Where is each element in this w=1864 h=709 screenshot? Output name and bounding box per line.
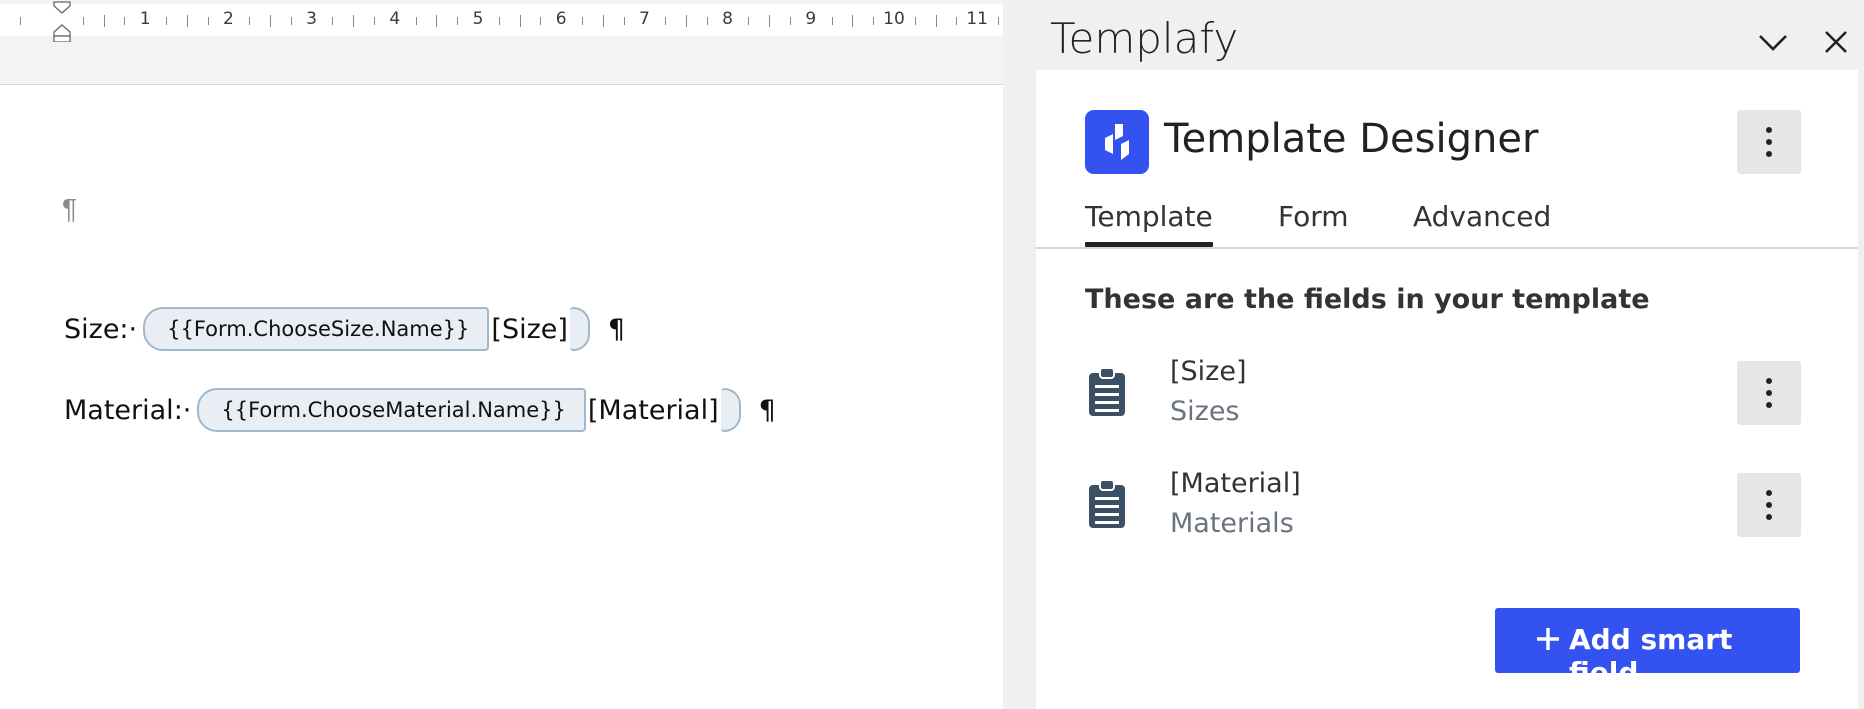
ruler-number: 6	[555, 9, 567, 29]
add-smart-field-label: Add smart field	[1569, 623, 1733, 689]
ruler-tick	[665, 17, 667, 25]
ruler-tick	[353, 15, 355, 27]
ruler-tick	[207, 17, 209, 25]
ruler-tick	[748, 17, 750, 25]
ruler-tick	[769, 15, 771, 27]
clipboard-icon	[1089, 479, 1125, 528]
document-page[interactable]: ¶ Size:· {{Form.ChooseSize.Name}} [Size]…	[0, 85, 1004, 709]
ruler-tick	[540, 17, 542, 25]
ruler-tick	[457, 17, 459, 25]
fields-heading: These are the fields in your template	[1085, 284, 1650, 315]
ruler-tick	[186, 15, 188, 27]
chevron-down-icon[interactable]	[1753, 22, 1793, 62]
material-paragraph-mark: ¶	[758, 394, 776, 426]
material-content-control-tag[interactable]: {{Form.ChooseMaterial.Name}}	[197, 388, 586, 432]
clipboard-icon	[1089, 367, 1125, 416]
pane-header: Templafy	[1036, 0, 1864, 70]
templafy-pane: Template Designer Template Form Advanced…	[1036, 70, 1858, 709]
ruler-number: 10	[883, 9, 905, 29]
templafy-logo-icon	[1085, 110, 1149, 174]
size-label: Size:·	[64, 313, 138, 345]
document-area: 1 2 3 4 5 6 7 8 9 10 11 ¶ Size:· {{Form.ChooseSize…	[0, 0, 1004, 709]
ruler-tick	[852, 15, 854, 27]
ruler-tick	[873, 17, 875, 25]
ruler-tick	[270, 15, 271, 27]
ruler-tick	[956, 17, 958, 25]
ruler-number: 4	[389, 9, 401, 29]
ruler-tick	[935, 15, 937, 27]
size-field-value[interactable]: [Size]	[491, 314, 568, 345]
ruler-tick	[332, 17, 334, 25]
ruler-number: 8	[722, 9, 734, 29]
tab-template[interactable]: Template	[1085, 200, 1213, 233]
ruler-number: 9	[805, 9, 817, 29]
ruler-tick	[519, 15, 521, 27]
tab-advanced[interactable]: Advanced	[1413, 200, 1551, 233]
ruler-tick	[103, 15, 105, 27]
ruler-tick	[249, 17, 251, 25]
indent-marker-icon[interactable]	[52, 0, 72, 44]
material-label: Material:·	[64, 394, 192, 426]
pane-title: Templafy	[1050, 14, 1239, 63]
ruler-tick	[998, 17, 999, 25]
ruler-tick	[124, 17, 126, 25]
field-more-button[interactable]	[1737, 361, 1801, 425]
ruler-tick	[602, 15, 604, 27]
ruler-tick	[498, 17, 500, 25]
ruler-tick	[914, 17, 916, 25]
ruler-tick	[415, 17, 417, 25]
ruler-tick	[686, 15, 687, 27]
ruler-number: 1	[139, 9, 151, 29]
material-field-value[interactable]: [Material]	[588, 395, 719, 426]
ruler-tick	[166, 17, 167, 25]
field-more-button[interactable]	[1737, 473, 1801, 537]
ruler-tick	[790, 17, 791, 25]
ruler-number: 5	[472, 9, 484, 29]
ruler-tick	[436, 15, 438, 27]
app-more-button[interactable]	[1737, 110, 1801, 174]
size-line[interactable]: Size:· {{Form.ChooseSize.Name}} [Size] ¶	[64, 307, 625, 351]
tab-divider	[1036, 247, 1858, 249]
ruler-gap	[0, 42, 1003, 85]
material-line[interactable]: Material:· {{Form.ChooseMaterial.Name}} …	[64, 388, 776, 432]
plus-icon	[1537, 628, 1559, 650]
horizontal-ruler[interactable]: 1 2 3 4 5 6 7 8 9 10 11	[0, 0, 1003, 43]
ruler-tick	[706, 17, 708, 25]
add-smart-field-button[interactable]: Add smart field	[1495, 608, 1800, 689]
material-content-control-end[interactable]	[720, 388, 741, 432]
ruler-tick	[831, 17, 833, 25]
field-source: Sizes	[1170, 396, 1240, 427]
ruler-number: 3	[306, 9, 318, 29]
close-icon[interactable]	[1816, 22, 1856, 62]
ruler-tick	[20, 17, 21, 25]
ruler-number: 11	[966, 9, 989, 29]
ruler-number: 2	[222, 9, 234, 29]
app-title: Template Designer	[1164, 116, 1539, 162]
ruler-tick	[374, 17, 375, 25]
ruler-tick	[290, 17, 292, 25]
field-name: [Material]	[1170, 468, 1301, 499]
field-name: [Size]	[1170, 356, 1247, 387]
tab-form[interactable]: Form	[1278, 200, 1349, 233]
pane-splitter[interactable]	[1003, 0, 1036, 709]
ruler-tick	[582, 17, 583, 25]
field-source: Materials	[1170, 508, 1294, 539]
size-content-control-end[interactable]	[569, 307, 590, 351]
ruler-number: 7	[638, 9, 650, 29]
ruler-tick	[82, 17, 84, 25]
ruler-tick	[623, 17, 625, 25]
size-content-control-tag[interactable]: {{Form.ChooseSize.Name}}	[143, 307, 490, 351]
empty-paragraph-mark: ¶	[62, 193, 78, 224]
size-paragraph-mark: ¶	[607, 313, 626, 345]
